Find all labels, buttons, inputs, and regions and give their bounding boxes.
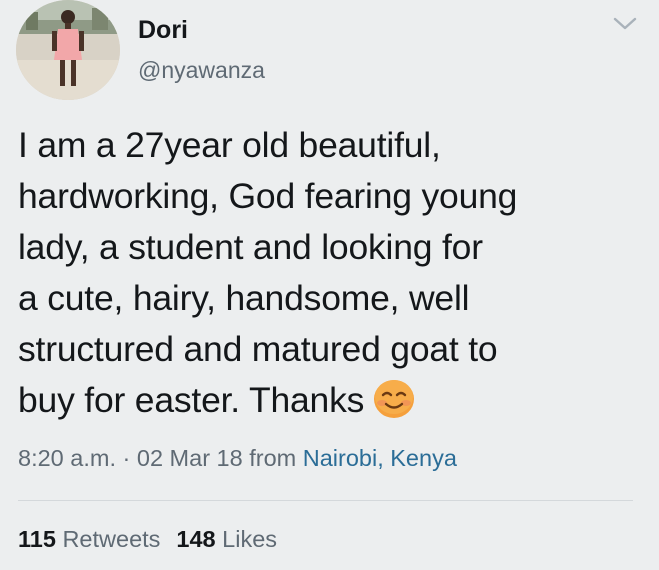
avatar[interactable] — [16, 0, 120, 100]
retweets-count: 115 — [18, 526, 56, 552]
tweet-date[interactable]: 02 Mar 18 — [137, 445, 243, 471]
tweet-text-line: lady, a student and looking for — [18, 227, 483, 267]
user-handle[interactable]: @nyawanza — [138, 57, 265, 84]
display-name[interactable]: Dori — [138, 16, 188, 45]
tweet-text-line: structured and matured goat to — [18, 329, 498, 369]
meta-separator: · — [115, 445, 137, 471]
retweets-label: Retweets — [62, 526, 161, 552]
retweets-stat[interactable]: 115 Retweets — [18, 526, 160, 552]
location-link[interactable]: Nairobi, Kenya — [303, 445, 457, 471]
smiling-face-emoji-icon — [372, 378, 416, 420]
tweet-card: Dori @nyawanza I am a 27year old beautif… — [0, 0, 659, 570]
likes-count: 148 — [176, 526, 216, 552]
from-label: from — [242, 445, 303, 471]
tweet-text-line-last: buy for easter. Thanks — [18, 375, 648, 426]
divider — [18, 500, 633, 501]
tweet-stats: 115 Retweets 148 Likes — [18, 526, 277, 553]
tweet-text: I am a 27year old beautiful, hardworking… — [18, 120, 648, 426]
likes-stat[interactable]: 148 Likes — [176, 526, 277, 552]
tweet-text-line: a cute, hairy, handsome, well — [18, 278, 470, 318]
chevron-down-icon[interactable] — [612, 15, 638, 33]
tweet-time[interactable]: 8:20 a.m. — [18, 445, 116, 471]
tweet-text-line: buy for easter. Thanks — [18, 380, 365, 420]
tweet-text-line: hardworking, God fearing young — [18, 176, 518, 216]
tweet-meta: 8:20 a.m. · 02 Mar 18 from Nairobi, Keny… — [18, 445, 457, 472]
avatar-photo — [16, 0, 120, 100]
likes-label: Likes — [222, 526, 278, 552]
tweet-text-line: I am a 27year old beautiful, — [18, 125, 441, 165]
